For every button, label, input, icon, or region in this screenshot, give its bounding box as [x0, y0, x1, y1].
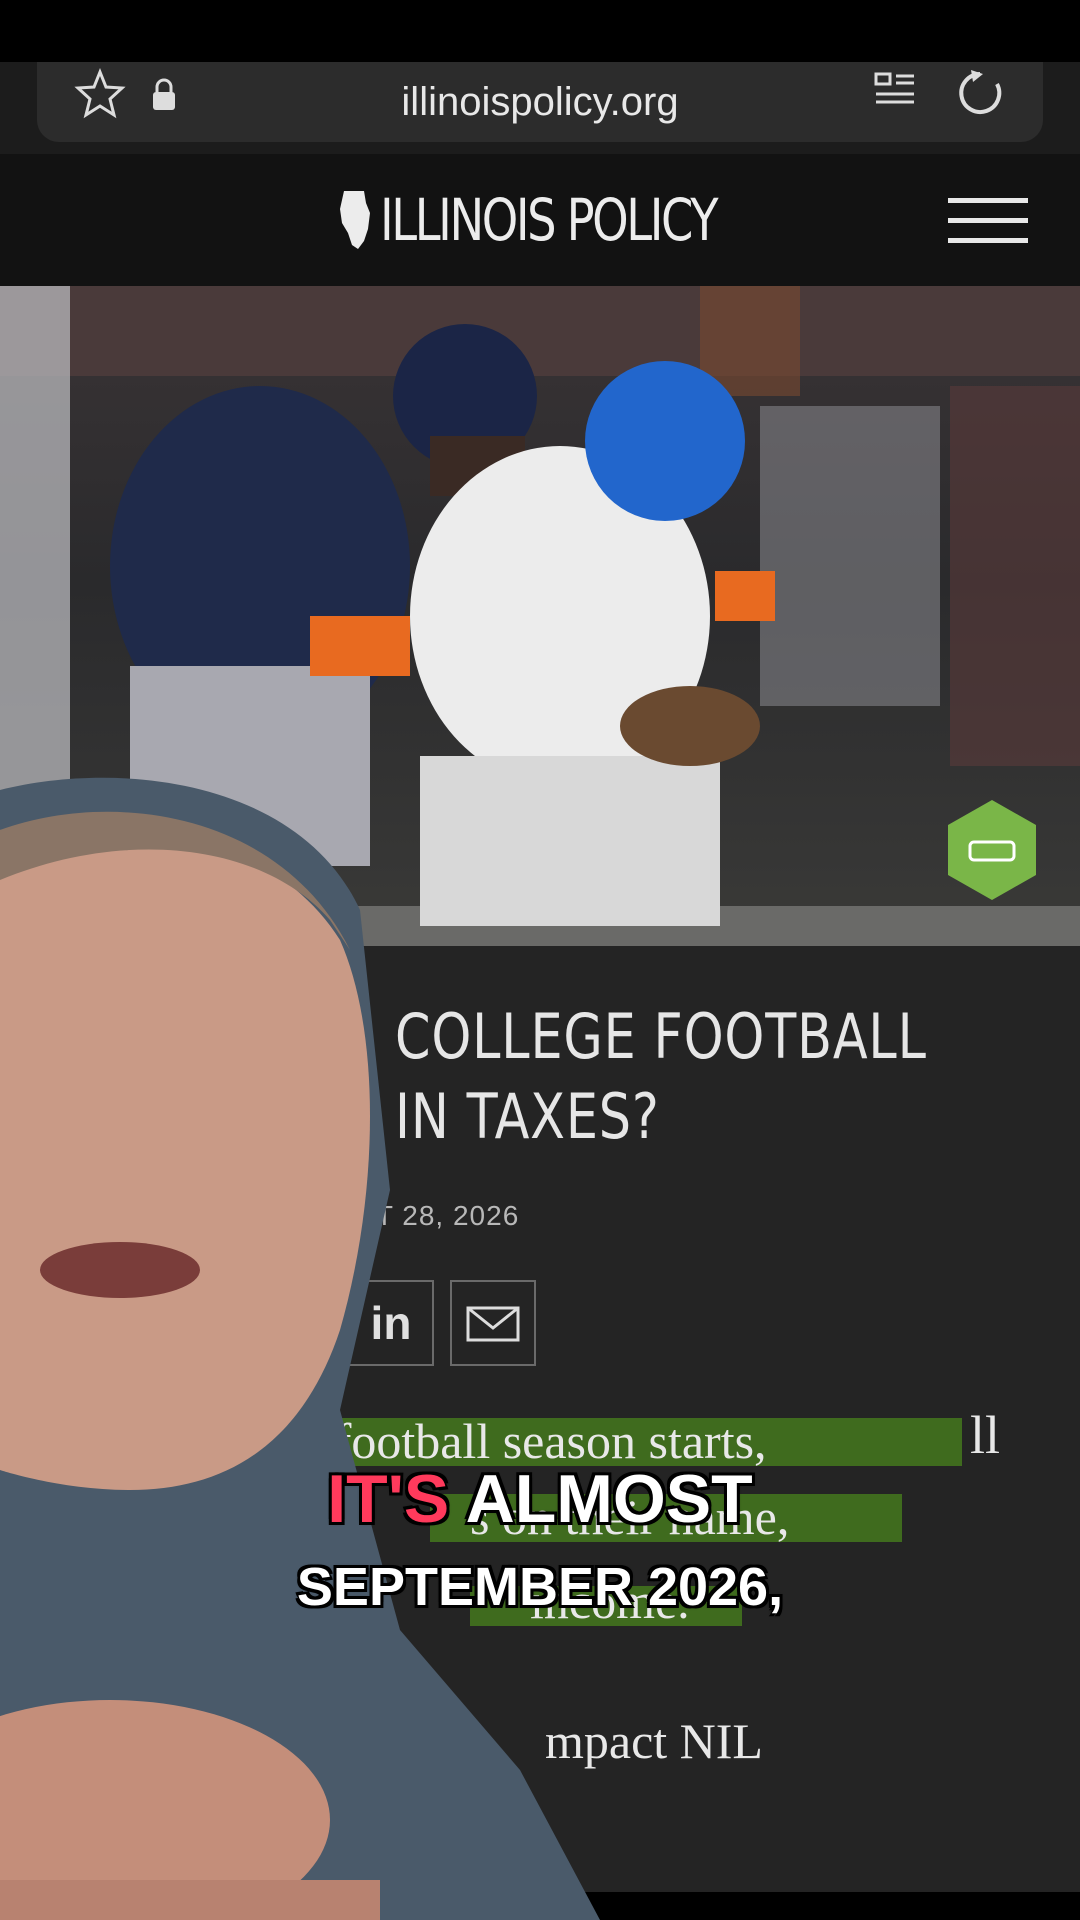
presenter-overlay — [0, 777, 600, 1920]
browser-toolbar: illinoispolicy.org — [0, 62, 1080, 154]
site-header: ILLINOIS POLICY — [0, 154, 1080, 286]
status-bar — [0, 0, 1080, 62]
caption-line1: IT'S ALMOST — [0, 1460, 1080, 1538]
reload-icon[interactable] — [955, 68, 1005, 118]
share-badge-icon[interactable] — [946, 798, 1038, 902]
illinois-state-icon — [340, 191, 370, 249]
reader-mode-icon[interactable] — [874, 70, 916, 114]
hamburger-menu-icon[interactable] — [948, 196, 1028, 246]
article-body-line1-end: ll — [970, 1405, 1001, 1465]
logo-text: ILLINOIS POLICY — [380, 186, 719, 254]
site-logo[interactable]: ILLINOIS POLICY — [338, 184, 800, 256]
caption-line2: SEPTEMBER 2026, — [296, 1557, 784, 1617]
caption-highlight-word: IT'S — [327, 1461, 450, 1537]
address-bar[interactable]: illinoispolicy.org — [37, 62, 1043, 142]
caption-word: ALMOST — [465, 1461, 753, 1537]
